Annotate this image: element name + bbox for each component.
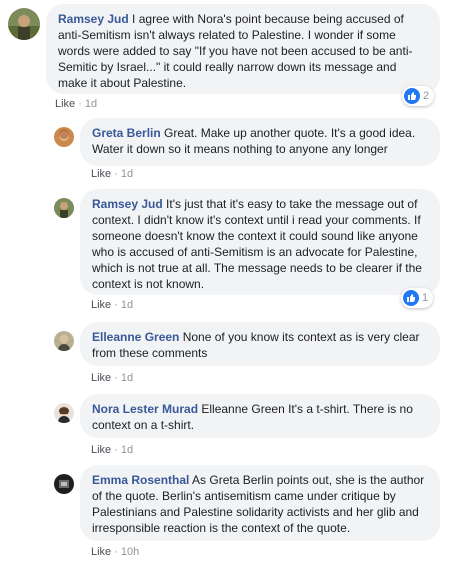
like-button[interactable]: Like bbox=[91, 372, 111, 384]
comment-actions: Like · 1d bbox=[91, 444, 134, 456]
comment-timestamp[interactable]: 1d bbox=[121, 372, 133, 384]
comment-timestamp[interactable]: 1d bbox=[121, 444, 133, 456]
like-button[interactable]: Like bbox=[55, 98, 75, 110]
reaction-count[interactable]: 1 bbox=[401, 288, 434, 308]
like-button[interactable]: Like bbox=[91, 168, 111, 180]
comment-timestamp[interactable]: 10h bbox=[121, 546, 139, 558]
comment-bubble: Emma Rosenthal As Greta Berlin points ou… bbox=[80, 465, 440, 541]
like-button[interactable]: Like bbox=[91, 546, 111, 558]
reaction-number: 2 bbox=[423, 90, 430, 102]
avatar[interactable] bbox=[54, 127, 74, 147]
avatar[interactable] bbox=[54, 474, 74, 494]
avatar[interactable] bbox=[54, 198, 74, 218]
comment-bubble: Greta Berlin Great. Make up another quot… bbox=[80, 118, 440, 166]
comment-actions: Like · 1d bbox=[91, 299, 134, 311]
comment-author[interactable]: Emma Rosenthal bbox=[92, 473, 189, 487]
comment-timestamp[interactable]: 1d bbox=[121, 299, 133, 311]
comment-timestamp[interactable]: 1d bbox=[85, 98, 97, 110]
comment-author[interactable]: Elleanne Green bbox=[92, 330, 179, 344]
comment-author[interactable]: Ramsey Jud bbox=[92, 197, 163, 211]
like-reaction-icon bbox=[403, 290, 419, 306]
reaction-count[interactable]: 2 bbox=[402, 86, 435, 106]
comment-text: It's just that it's easy to take the mes… bbox=[92, 197, 422, 291]
reaction-number: 1 bbox=[422, 292, 429, 304]
comment-actions: Like · 1d bbox=[91, 372, 134, 384]
avatar[interactable] bbox=[54, 331, 74, 351]
comment-timestamp[interactable]: 1d bbox=[121, 168, 133, 180]
avatar[interactable] bbox=[54, 403, 74, 423]
comment-bubble: Nora Lester Murad Elleanne Green It's a … bbox=[80, 394, 440, 438]
comment-bubble: Elleanne Green None of you know its cont… bbox=[80, 322, 440, 366]
comment-actions: Like · 1d bbox=[91, 168, 134, 180]
comment-actions: Like · 1d bbox=[55, 98, 98, 110]
comment-actions: Like · 10h bbox=[91, 546, 140, 558]
like-button[interactable]: Like bbox=[91, 299, 111, 311]
comment-author[interactable]: Nora Lester Murad bbox=[92, 402, 198, 416]
like-button[interactable]: Like bbox=[91, 444, 111, 456]
comment-bubble: Ramsey Jud It's just that it's easy to t… bbox=[80, 189, 440, 295]
comment-bubble: Ramsey Jud I agree with Nora's point bec… bbox=[46, 4, 440, 94]
comment-author[interactable]: Ramsey Jud bbox=[58, 12, 129, 26]
like-reaction-icon bbox=[404, 88, 420, 104]
avatar[interactable] bbox=[8, 8, 40, 40]
comment-author[interactable]: Greta Berlin bbox=[92, 126, 161, 140]
